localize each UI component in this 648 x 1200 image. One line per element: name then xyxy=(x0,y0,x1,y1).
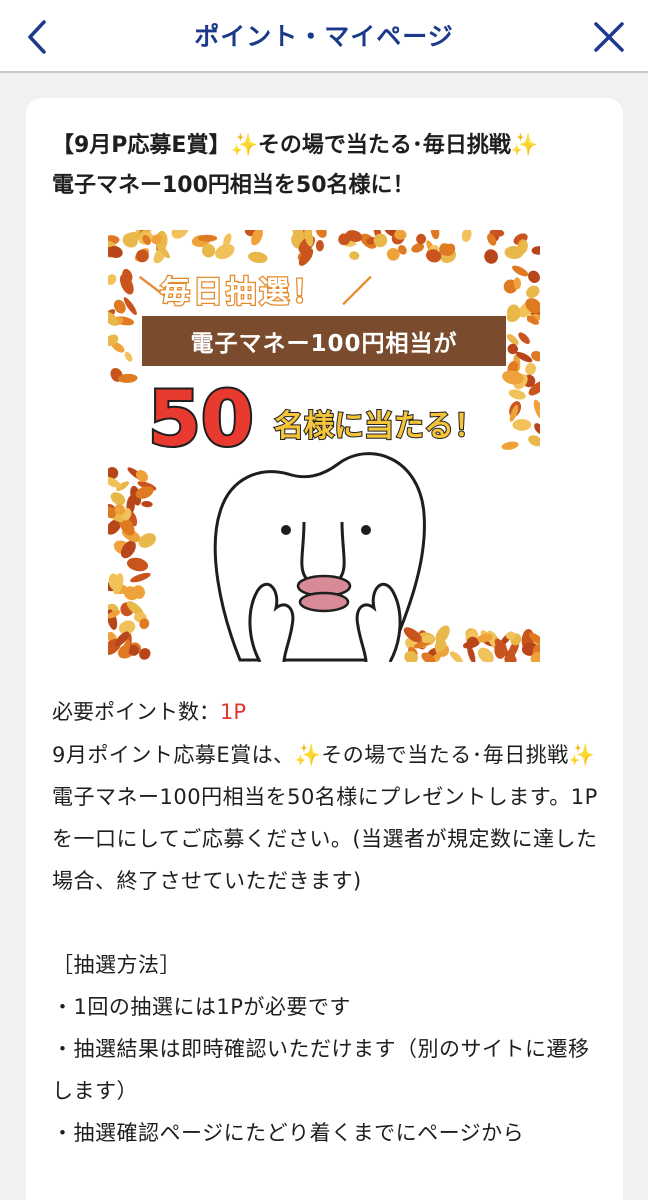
leaf-icon xyxy=(512,419,532,431)
leaf-icon xyxy=(505,631,517,640)
required-points-value: 1P xyxy=(220,700,247,724)
top-bar: ポイント・マイページ xyxy=(0,0,648,73)
title-mid: その場で当たる･毎日挑戦 xyxy=(257,133,511,158)
description-paragraph: 9月ポイント応募E賞は、✨その場で当たる･毎日挑戦✨電子マネー100円相当を50… xyxy=(52,743,598,893)
required-points-label: 必要ポイント数： xyxy=(52,700,220,724)
prize-banner-image: ＼ 毎日抽選！ ／ 電子マネー100円相当が 50 名様に当たる！ xyxy=(108,230,540,662)
method-item: ・抽選確認ページにたどり着くまでにページから xyxy=(52,1121,525,1145)
banner-big-number: 50 xyxy=(148,374,254,463)
method-heading: ［抽選方法］ xyxy=(52,953,181,977)
sparkle-icon: ✨ xyxy=(568,743,596,767)
tooth-mascot-illustration xyxy=(213,452,426,662)
method-item: ・抽選結果は即時確認いただけます（別のサイトに遷移します） xyxy=(52,1037,590,1103)
sparkle-icon: ✨ xyxy=(230,133,258,158)
banner-headline: 電子マネー100円相当が xyxy=(190,330,457,357)
svg-text:／: ／ xyxy=(342,275,372,310)
close-icon xyxy=(594,22,624,52)
banner-tag: 毎日抽選！ xyxy=(160,275,325,310)
prize-card: 【9月P応募E賞】✨その場で当たる･毎日挑戦✨ 電子マネー100円相当を50名様… xyxy=(26,98,623,1200)
required-points: 必要ポイント数：1P xyxy=(52,692,246,732)
close-button[interactable] xyxy=(584,12,634,62)
sparkle-icon: ✨ xyxy=(294,743,322,767)
title-prefix: 【9月P応募E賞】 xyxy=(52,133,231,158)
sparkle-icon: ✨ xyxy=(510,133,539,158)
prize-title: 【9月P応募E賞】✨その場で当たる･毎日挑戦✨ 電子マネー100円相当を50名様… xyxy=(52,126,597,206)
title-line2: 電子マネー100円相当を50名様に！ xyxy=(52,173,415,198)
page-title: ポイント・マイページ xyxy=(194,22,454,51)
banner-suffix: 名様に当たる！ xyxy=(274,409,484,444)
leaf-icon xyxy=(197,234,218,242)
method-item: ・1回の抽選には1Pが必要です xyxy=(52,995,351,1019)
prize-description: 9月ポイント応募E賞は、✨その場で当たる･毎日挑戦✨電子マネー100円相当を50… xyxy=(52,734,600,1154)
